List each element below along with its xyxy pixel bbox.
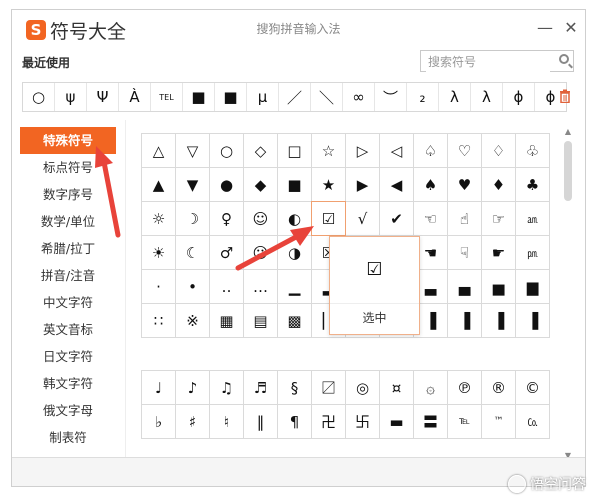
watermark: 悟空问答: [508, 474, 586, 494]
arrow-to-symbol: [235, 226, 314, 271]
watermark-text: 悟空问答: [530, 477, 586, 493]
annotation-arrows: [95, 146, 314, 271]
arrow-to-category: [95, 146, 121, 238]
watermark-logo-icon: [508, 475, 526, 493]
